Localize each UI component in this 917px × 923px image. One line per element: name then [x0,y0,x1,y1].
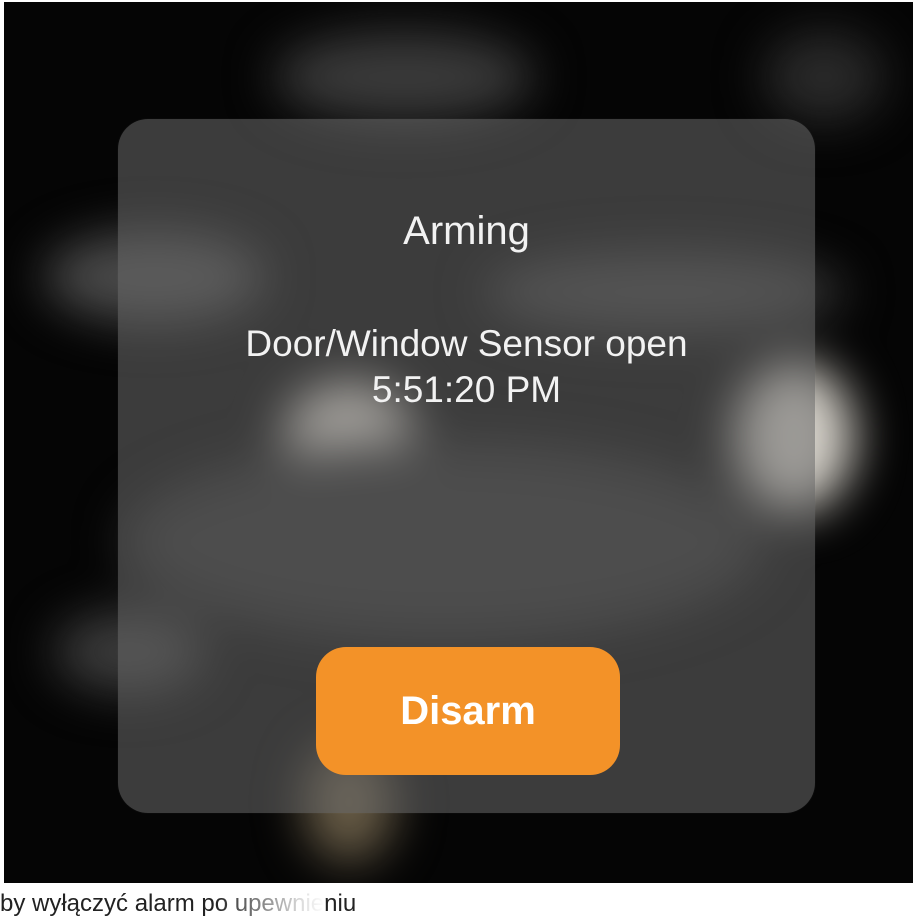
disarm-button[interactable]: Disarm [316,647,620,775]
screenshot-frame: Arming Door/Window Sensor open 5:51:20 P… [0,0,917,923]
dialog-message: Door/Window Sensor open 5:51:20 PM [118,321,815,413]
dialog-title: Arming [403,209,530,253]
background-blob [764,32,884,122]
sensor-status-text: Door/Window Sensor open [245,323,688,364]
caption-fade-overlay [215,885,325,923]
background-blob [274,32,534,122]
event-timestamp: 5:51:20 PM [371,369,562,410]
blurred-background: Arming Door/Window Sensor open 5:51:20 P… [4,2,913,883]
arming-dialog: Arming Door/Window Sensor open 5:51:20 P… [118,119,815,813]
